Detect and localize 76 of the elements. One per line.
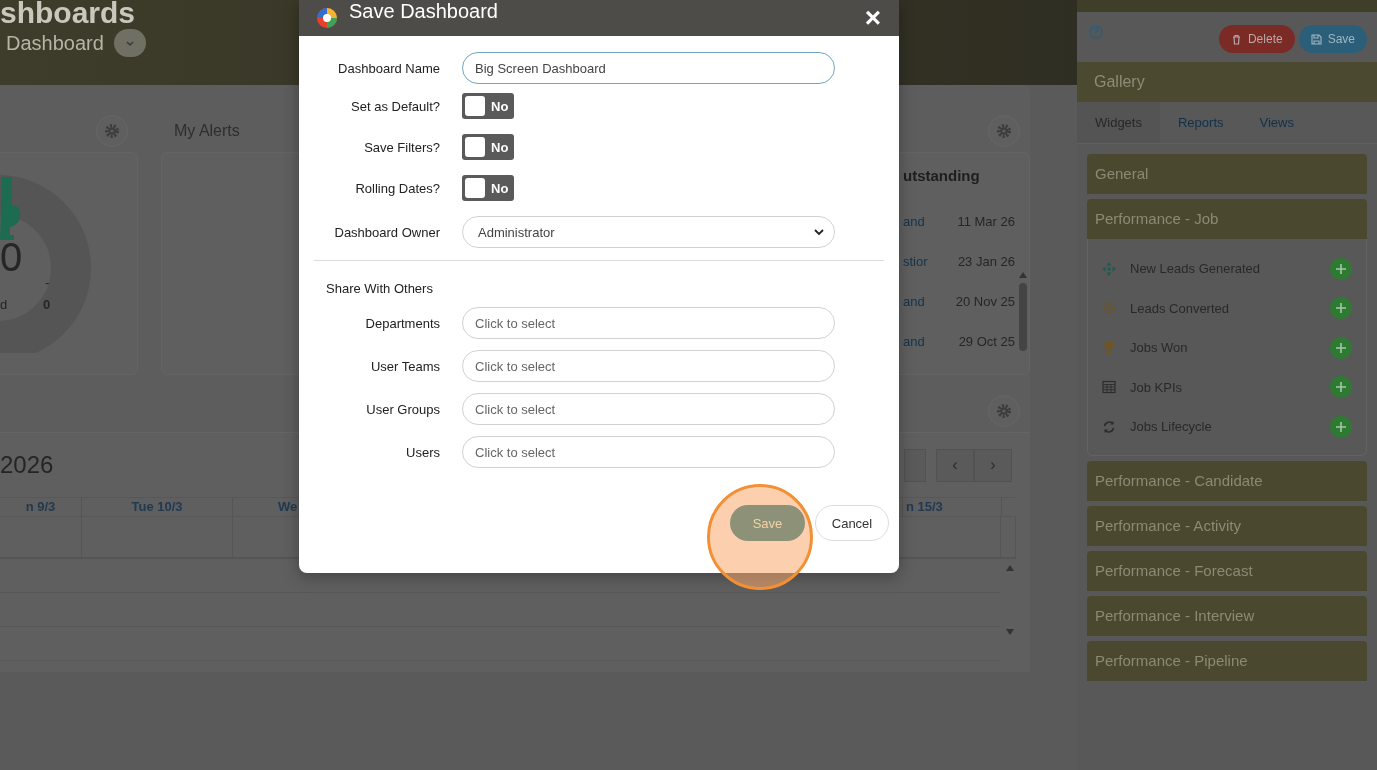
chevron-down-icon: [124, 38, 135, 48]
add-icon[interactable]: [1330, 297, 1352, 320]
field-label: Rolling Dates?: [354, 180, 440, 196]
accordion-header[interactable]: Performance - Forecast: [1087, 550, 1367, 591]
field-label: Save Filters?: [363, 139, 440, 155]
save-button[interactable]: Save: [730, 505, 805, 541]
logo-icon: [315, 7, 339, 29]
day-header: Tue 10/3: [82, 498, 233, 516]
record-link[interactable]: and: [903, 294, 939, 334]
gallery-tab[interactable]: Views: [1241, 102, 1312, 143]
field-label: Set as Default?: [350, 98, 440, 114]
dialog-title: Save Dashboard: [349, 0, 499, 23]
add-icon[interactable]: [1330, 415, 1352, 438]
add-icon[interactable]: [1330, 257, 1352, 280]
date-text: 23 Jan 26: [956, 254, 1015, 271]
cycle-icon: [1102, 419, 1116, 434]
select-field[interactable]: Click to select: [462, 307, 835, 339]
toggle-switch[interactable]: No: [462, 134, 514, 160]
dashboard-name-field[interactable]: Big Screen Dashboard: [462, 52, 835, 84]
chevron-down-icon: [814, 228, 824, 236]
accordion-header[interactable]: Performance - Activity: [1087, 505, 1367, 546]
table-icon: [1102, 380, 1116, 395]
day-header: n 15/3: [902, 498, 1002, 516]
page-title: shboards: [0, 0, 136, 31]
accordion-header[interactable]: Performance - Job: [1087, 199, 1367, 239]
field-label: User Teams: [369, 358, 440, 374]
donut-dash: -: [45, 275, 50, 290]
gear-icon: [996, 123, 1012, 139]
calendar-title: 2026: [0, 451, 54, 479]
select-field[interactable]: Click to select: [462, 436, 835, 468]
add-icon[interactable]: [1330, 376, 1352, 399]
field-label: Dashboard Owner: [333, 224, 440, 240]
arrows-icon: [1102, 301, 1116, 316]
gear-icon: [104, 123, 120, 139]
date-text: 29 Oct 25: [957, 334, 1015, 351]
gear-icon: [996, 403, 1012, 419]
add-icon[interactable]: [1330, 336, 1352, 359]
arrows-icon: [1102, 261, 1116, 276]
toggle-switch[interactable]: No: [462, 175, 514, 201]
field-label: Dashboard Name: [337, 60, 440, 76]
date-text: 11 Mar 26: [956, 214, 1015, 231]
accordion-header[interactable]: Performance - Candidate: [1087, 460, 1367, 501]
donut-label: d: [0, 297, 8, 312]
toggle-switch[interactable]: No: [462, 93, 514, 119]
gallery-tab[interactable]: Reports: [1159, 102, 1242, 143]
field-label: Departments: [364, 315, 440, 331]
field-label: User Groups: [365, 401, 440, 417]
date-text: 20 Nov 25: [954, 294, 1015, 311]
settings-button[interactable]: [96, 115, 128, 147]
gallery-header: Gallery: [1077, 62, 1377, 102]
select-field[interactable]: Click to select: [462, 393, 835, 425]
dashboard-name: Dashboard: [5, 31, 104, 55]
delete-button[interactable]: Delete: [1218, 25, 1295, 53]
close-button[interactable]: ×: [860, 4, 885, 32]
widget-title: utstanding: [903, 167, 981, 184]
settings-button[interactable]: [988, 395, 1020, 427]
accordion-header[interactable]: Performance - Interview: [1087, 595, 1367, 636]
save-button[interactable]: Save: [1298, 25, 1367, 53]
owner-select[interactable]: Administrator: [462, 216, 835, 248]
section-heading: Share With Others: [325, 281, 434, 296]
day-header: n 9/3: [0, 498, 82, 516]
record-link[interactable]: stior: [903, 254, 939, 294]
nav-button[interactable]: ‹: [936, 448, 974, 482]
select-field[interactable]: Click to select: [462, 350, 835, 382]
dropdown-button[interactable]: [113, 29, 146, 57]
accordion-header[interactable]: Performance - Pipeline: [1087, 640, 1367, 681]
trash-icon: [1230, 33, 1242, 45]
nav-button[interactable]: ›: [974, 448, 1012, 482]
accordion-header[interactable]: General: [1087, 154, 1367, 194]
field-label: Users: [405, 444, 440, 460]
donut-value: 0: [0, 235, 23, 280]
trophy-icon: [1102, 340, 1116, 355]
settings-button[interactable]: [988, 115, 1020, 147]
record-link[interactable]: and: [903, 214, 939, 254]
record-link[interactable]: and: [903, 334, 939, 374]
cancel-button[interactable]: Cancel: [815, 505, 889, 541]
